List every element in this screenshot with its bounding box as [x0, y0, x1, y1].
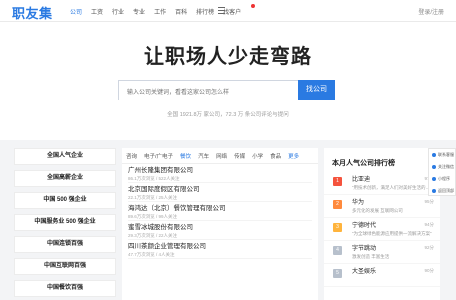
nav-link-salary[interactable]: 工资: [91, 7, 103, 16]
tab-electronics[interactable]: 电子/广电子: [144, 152, 173, 160]
back-to-top-button[interactable]: 返回顶部: [429, 185, 455, 197]
ranking-item[interactable]: 5 大圣娱乐 90分: [324, 264, 440, 287]
category-service-500[interactable]: 中国服务业 500 强企业: [14, 214, 116, 231]
ranking-company-slogan: 多元化的发展 互联网公司: [352, 208, 403, 213]
site-logo[interactable]: 职友集: [12, 3, 53, 22]
tab-auto[interactable]: 汽车: [198, 152, 209, 160]
menu-icon[interactable]: [218, 7, 225, 14]
company-name-link[interactable]: 海鸿达（北京）餐饮管理有限公司: [128, 205, 312, 213]
ranking-score: 90分: [424, 268, 434, 273]
nav-link-wiki[interactable]: 百科: [175, 7, 187, 16]
rank-number: 3: [333, 223, 342, 232]
category-catering-100[interactable]: 中国餐饮百强: [14, 280, 116, 297]
company-search-input[interactable]: [119, 84, 323, 102]
nav-link-find-customer[interactable]: 找客户: [223, 3, 256, 16]
company-name-link[interactable]: 四川茶颜企业管理有限公司: [128, 243, 312, 251]
content-area: 全国人气企业 全国高薪企业 中国 500 强企业 中国服务业 500 强企业 中…: [0, 140, 456, 300]
industry-tabs: 咨询 电子/广电子 餐饮 汽车 网络 传媒 小学 食品 更多: [122, 148, 318, 164]
follow-wechat-button[interactable]: 关注微信: [429, 161, 455, 173]
ranking-item[interactable]: 4 字节跳动 激发创造 丰富生活 92分: [324, 241, 440, 264]
site-stats: 全国 1921.8万 家公司，72.3 万 条公司评论与提问: [167, 112, 289, 118]
company-meta: 22.1万次浏览 / 25人关注: [128, 195, 178, 200]
side-label: 联系客服: [438, 152, 454, 157]
category-popular[interactable]: 全国人气企业: [14, 148, 116, 165]
rank-number: 2: [333, 200, 342, 209]
headset-icon: [432, 153, 436, 157]
ranking-score: 94分: [424, 222, 434, 227]
hero-slogan: 让职场人少走弯路: [144, 46, 312, 68]
company-meta: 47.7万次浏览 / 4人关注: [128, 252, 175, 257]
tab-catering[interactable]: 餐饮: [180, 152, 191, 160]
tab-food[interactable]: 食品: [270, 152, 281, 160]
category-chain-100[interactable]: 中国连锁百强: [14, 236, 116, 253]
rank-number: 1: [333, 177, 342, 186]
ranking-title: 本月人气公司排行榜: [332, 160, 395, 167]
rank-number: 5: [333, 269, 342, 278]
rank-number: 4: [333, 246, 342, 255]
ranking-item[interactable]: 2 华为 多元化的发展 互联网公司 95分: [324, 195, 440, 218]
company-name-link[interactable]: 北京国际度假区有限公司: [128, 186, 312, 194]
side-label: 关注微信: [438, 164, 454, 169]
mini-program-icon: [432, 177, 436, 181]
ranking-company-slogan: “为全球绿色能源应用提供一流解决方案”: [352, 231, 432, 236]
category-high-salary[interactable]: 全国高薪企业: [14, 170, 116, 187]
nav-link-company[interactable]: 公司: [70, 7, 82, 16]
new-badge-dot: [251, 3, 256, 8]
ranking-score: 95分: [424, 199, 434, 204]
list-item: 海鸿达（北京）餐饮管理有限公司 89.6万次浏览 / 99人关注: [128, 202, 312, 221]
ranking-item[interactable]: 1 比亚迪 “用技术创新，满足人们对美好生活的…” 97分: [324, 172, 440, 195]
nav-link-find-customer-label: 找客户: [223, 9, 242, 16]
nav-link-major[interactable]: 专业: [133, 7, 145, 16]
list-item: 蜜雪冰城股份有限公司 29.3万次浏览 / 22人关注: [128, 221, 312, 240]
nav-links: 公司 工资 行业 专业 工作 百科 排行榜 找客户: [70, 0, 259, 22]
ranking-score: 92分: [424, 245, 434, 250]
ranking-item[interactable]: 3 宁德时代 “为全球绿色能源应用提供一流解决方案” 94分: [324, 218, 440, 241]
arrow-up-icon: [432, 189, 436, 193]
contact-service-button[interactable]: 联系客服: [429, 149, 455, 161]
tab-media[interactable]: 传媒: [234, 152, 245, 160]
company-name-link[interactable]: 广州长隆集团有限公司: [128, 167, 312, 175]
tab-consulting[interactable]: 咨询: [126, 152, 137, 160]
list-item: 四川茶颜企业管理有限公司 47.7万次浏览 / 4人关注: [128, 240, 312, 259]
find-company-button[interactable]: 找公司: [298, 80, 335, 100]
company-items: 广州长隆集团有限公司 86.1万次浏览 / 522人关注 北京国际度假区有限公司…: [122, 164, 318, 259]
top-nav: 职友集 公司 工资 行业 专业 工作 百科 排行榜 找客户 登录/注册: [0, 0, 456, 22]
tab-primary-school[interactable]: 小学: [252, 152, 263, 160]
company-list-panel: 咨询 电子/广电子 餐饮 汽车 网络 传媒 小学 食品 更多 广州长隆集团有限公…: [122, 148, 318, 300]
category-china-500[interactable]: 中国 500 强企业: [14, 192, 116, 209]
company-name-link[interactable]: 蜜雪冰城股份有限公司: [128, 224, 312, 232]
side-label: 返回顶部: [438, 188, 454, 193]
category-internet-100[interactable]: 中国互联网百强: [14, 258, 116, 275]
company-meta: 86.1万次浏览 / 522人关注: [128, 176, 180, 181]
nav-link-industry[interactable]: 行业: [112, 7, 124, 16]
tab-more[interactable]: 更多: [288, 152, 299, 160]
nav-link-jobs[interactable]: 工作: [154, 7, 166, 16]
mini-program-button[interactable]: 小程序: [429, 173, 455, 185]
ranking-company-slogan: 激发创造 丰富生活: [352, 254, 390, 259]
search-box: [118, 80, 323, 102]
company-meta: 29.3万次浏览 / 22人关注: [128, 233, 178, 238]
nav-link-ranking[interactable]: 排行榜: [196, 7, 214, 16]
ranking-panel: 本月人气公司排行榜 1 比亚迪 “用技术创新，满足人们对美好生活的…” 97分 …: [324, 148, 440, 300]
list-item: 北京国际度假区有限公司 22.1万次浏览 / 25人关注: [128, 183, 312, 202]
tab-network[interactable]: 网络: [216, 152, 227, 160]
list-item: 广州长隆集团有限公司 86.1万次浏览 / 522人关注: [128, 164, 312, 183]
ranking-company-slogan: “用技术创新，满足人们对美好生活的…”: [352, 185, 432, 190]
hero-section: 让职场人少走弯路 找公司 全国 1921.8万 家公司，72.3 万 条公司评论…: [0, 22, 456, 132]
category-list: 全国人气企业 全国高薪企业 中国 500 强企业 中国服务业 500 强企业 中…: [14, 148, 116, 300]
login-register-link[interactable]: 登录/注册: [418, 7, 444, 16]
company-meta: 89.6万次浏览 / 99人关注: [128, 214, 178, 219]
side-label: 小程序: [438, 176, 450, 181]
wechat-icon: [432, 165, 436, 169]
floating-side-toolbar: 联系客服 关注微信 小程序 返回顶部: [428, 148, 456, 196]
